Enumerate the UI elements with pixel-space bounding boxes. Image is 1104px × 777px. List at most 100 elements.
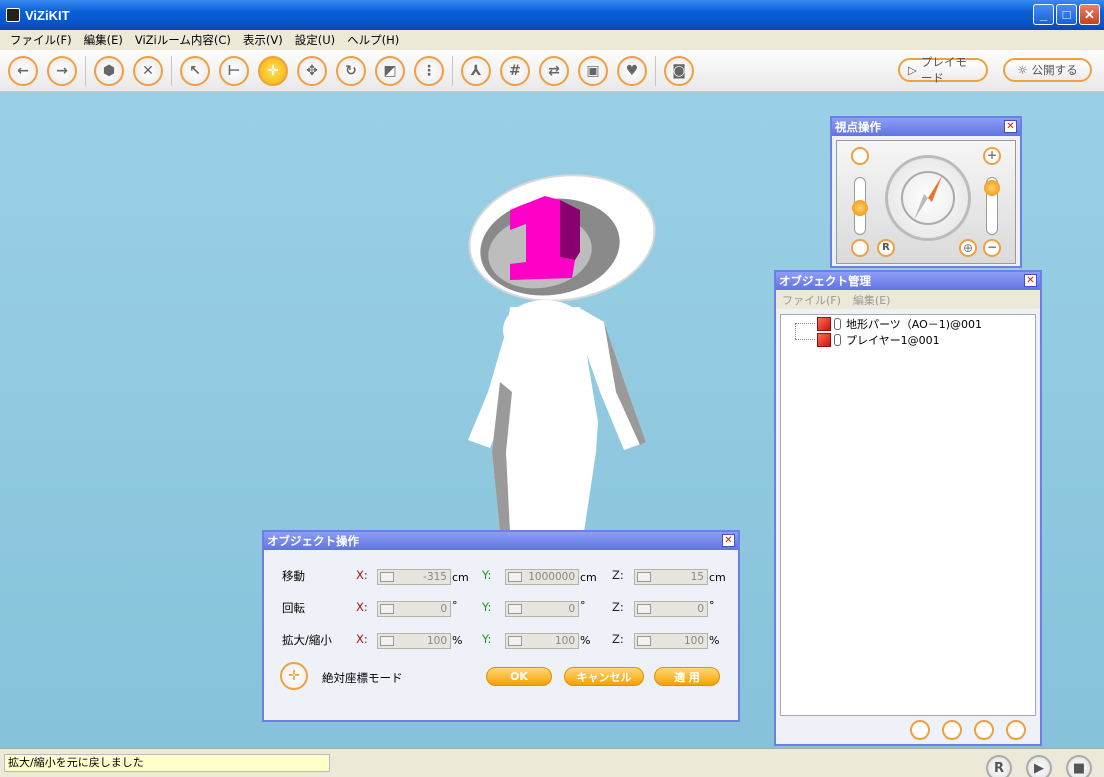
center-target-icon[interactable]: ⊕ <box>959 239 977 257</box>
axis-icon[interactable]: ⅄ <box>461 55 491 86</box>
character-icon[interactable]: ♥ <box>617 55 647 86</box>
move-arrows-icon[interactable]: ✥ <box>297 55 327 86</box>
absolute-mode-label: 絶対座標モード <box>322 671 403 685</box>
move-target-icon[interactable]: ✛ <box>258 55 288 86</box>
view-panel-close-icon[interactable]: ✕ <box>1004 120 1017 133</box>
menu-bar: ファイル(F) 編集(E) ViZiルーム内容(C) 表示(V) 設定(U) ヘ… <box>0 30 1104 50</box>
scale-icon[interactable]: ◩ <box>375 55 405 86</box>
rotate-unit: ° <box>580 599 586 612</box>
apply-button[interactable]: 適 用 <box>654 667 720 686</box>
move-unit: cm <box>580 571 597 584</box>
view-control-panel: 視点操作 ✕ R + − ⊕ <box>830 116 1022 268</box>
tilt-down-icon[interactable] <box>851 239 869 257</box>
maximize-button[interactable]: □ <box>1056 4 1077 25</box>
window-title: ViZiKIT <box>25 7 70 23</box>
status-message: 拡大/縮小を元に戻しました <box>4 754 330 772</box>
rotate-icon[interactable]: ↻ <box>336 55 366 86</box>
move-z-field[interactable]: 15 <box>634 569 708 585</box>
hierarchy-icon[interactable]: ⊢ <box>219 55 249 86</box>
status-bar: 拡大/縮小を元に戻しました R ▶ ■ <box>0 748 1104 777</box>
object-tree: 地形パーツ（AO－1)@001 プレイヤー1@001 <box>780 314 1036 716</box>
publish-button[interactable]: ☼ 公開する <box>1003 58 1092 82</box>
remove-icon[interactable] <box>1006 720 1026 740</box>
zoom-in-icon[interactable]: + <box>983 147 1001 165</box>
object-manager-title: オブジェクト管理 <box>779 274 871 288</box>
object-operation-title: オブジェクト操作 <box>267 534 359 548</box>
axis-y-label: Y: <box>482 600 492 614</box>
axis-z-label: Z: <box>612 600 624 614</box>
scale-unit: % <box>452 634 463 647</box>
camera-icon[interactable]: ◙ <box>664 55 694 86</box>
app-icon <box>6 8 20 22</box>
rotate-y-field[interactable]: 0 <box>505 601 579 617</box>
axis-z-label: Z: <box>612 632 624 646</box>
rotate-unit: ° <box>709 599 715 612</box>
title-bar: ViZiKIT _ □ ✕ <box>0 0 1104 30</box>
grid-on-icon[interactable]: # <box>500 55 530 86</box>
absolute-mode-toggle[interactable]: ✛ <box>280 662 308 690</box>
scale-unit: % <box>709 634 720 647</box>
menu-room-content[interactable]: ViZiルーム内容(C) <box>129 32 237 48</box>
play-icon: ▷ <box>908 63 917 77</box>
back-icon[interactable]: ← <box>8 55 38 86</box>
tilt-slider[interactable] <box>852 177 868 235</box>
scale-z-field[interactable]: 100 <box>634 633 708 649</box>
close-button[interactable]: ✕ <box>1079 4 1100 25</box>
rotate-unit: ° <box>452 599 458 612</box>
view-panel-title: 視点操作 <box>835 120 881 134</box>
forward-icon[interactable]: → <box>47 55 77 86</box>
rotate-x-field[interactable]: 0 <box>377 601 451 617</box>
play-icon[interactable]: ▶ <box>1026 755 1052 777</box>
record-button[interactable]: R <box>986 755 1012 777</box>
tree-item[interactable]: 地形パーツ（AO－1)@001 <box>817 316 982 332</box>
menu-help[interactable]: ヘルプ(H) <box>341 32 405 48</box>
object-operation-panel: オブジェクト操作 ✕ 移動 X: -315 cm Y: 1000000 cm Z… <box>262 530 740 722</box>
tilt-up-icon[interactable] <box>851 147 869 165</box>
key-icon <box>834 318 841 330</box>
rotate-z-field[interactable]: 0 <box>634 601 708 617</box>
snap-on-icon[interactable]: ⇄ <box>539 55 569 86</box>
stop-icon[interactable]: ■ <box>1066 755 1092 777</box>
scale-label: 拡大/縮小 <box>282 633 332 647</box>
menu-edit[interactable]: 編集(E) <box>78 32 129 48</box>
mgr-menu-file[interactable]: ファイル(F) <box>776 292 847 308</box>
rotate-label: 回転 <box>282 601 305 615</box>
add-icon[interactable] <box>974 720 994 740</box>
sun-icon: ☼ <box>1017 63 1028 77</box>
cube-icon <box>817 333 831 347</box>
axis-x-label: X: <box>356 568 368 582</box>
zoom-out-icon[interactable]: − <box>983 239 1001 257</box>
folder-icon[interactable] <box>910 720 930 740</box>
move-x-field[interactable]: -315 <box>377 569 451 585</box>
move-label: 移動 <box>282 569 305 583</box>
delete-icon[interactable]: ✕ <box>133 55 163 86</box>
axis-y-label: Y: <box>482 632 492 646</box>
edit-icon[interactable] <box>942 720 962 740</box>
cube-icon <box>817 317 831 331</box>
axis-y-label: Y: <box>482 568 492 582</box>
object-operation-close-icon[interactable]: ✕ <box>722 534 735 547</box>
add-object-icon[interactable]: ⬢ <box>94 55 124 86</box>
object-manager-close-icon[interactable]: ✕ <box>1024 274 1037 287</box>
menu-view[interactable]: 表示(V) <box>237 32 289 48</box>
menu-file[interactable]: ファイル(F) <box>4 32 78 48</box>
object-manager-panel: オブジェクト管理 ✕ ファイル(F) 編集(E) 地形パーツ（AO－1)@001… <box>774 270 1042 746</box>
scale-x-field[interactable]: 100 <box>377 633 451 649</box>
axis-x-label: X: <box>356 632 368 646</box>
xyz-icon[interactable]: ⋮ <box>414 55 444 86</box>
compass-icon[interactable] <box>885 155 971 241</box>
cube-off-icon[interactable]: ▣ <box>578 55 608 86</box>
cancel-button[interactable]: キャンセル <box>564 667 644 686</box>
select-cursor-icon[interactable]: ↖ <box>180 55 210 86</box>
move-y-field[interactable]: 1000000 <box>505 569 579 585</box>
key-icon <box>834 334 841 346</box>
minimize-button[interactable]: _ <box>1033 4 1054 25</box>
ok-button[interactable]: OK <box>486 667 552 686</box>
zoom-slider[interactable] <box>984 177 1000 235</box>
menu-settings[interactable]: 設定(U) <box>289 32 341 48</box>
tree-item[interactable]: プレイヤー1@001 <box>817 332 940 348</box>
mgr-menu-edit[interactable]: 編集(E) <box>847 292 897 308</box>
scale-y-field[interactable]: 100 <box>505 633 579 649</box>
play-mode-button[interactable]: ▷ プレイモード <box>898 55 988 85</box>
reset-view-button[interactable]: R <box>877 239 895 257</box>
